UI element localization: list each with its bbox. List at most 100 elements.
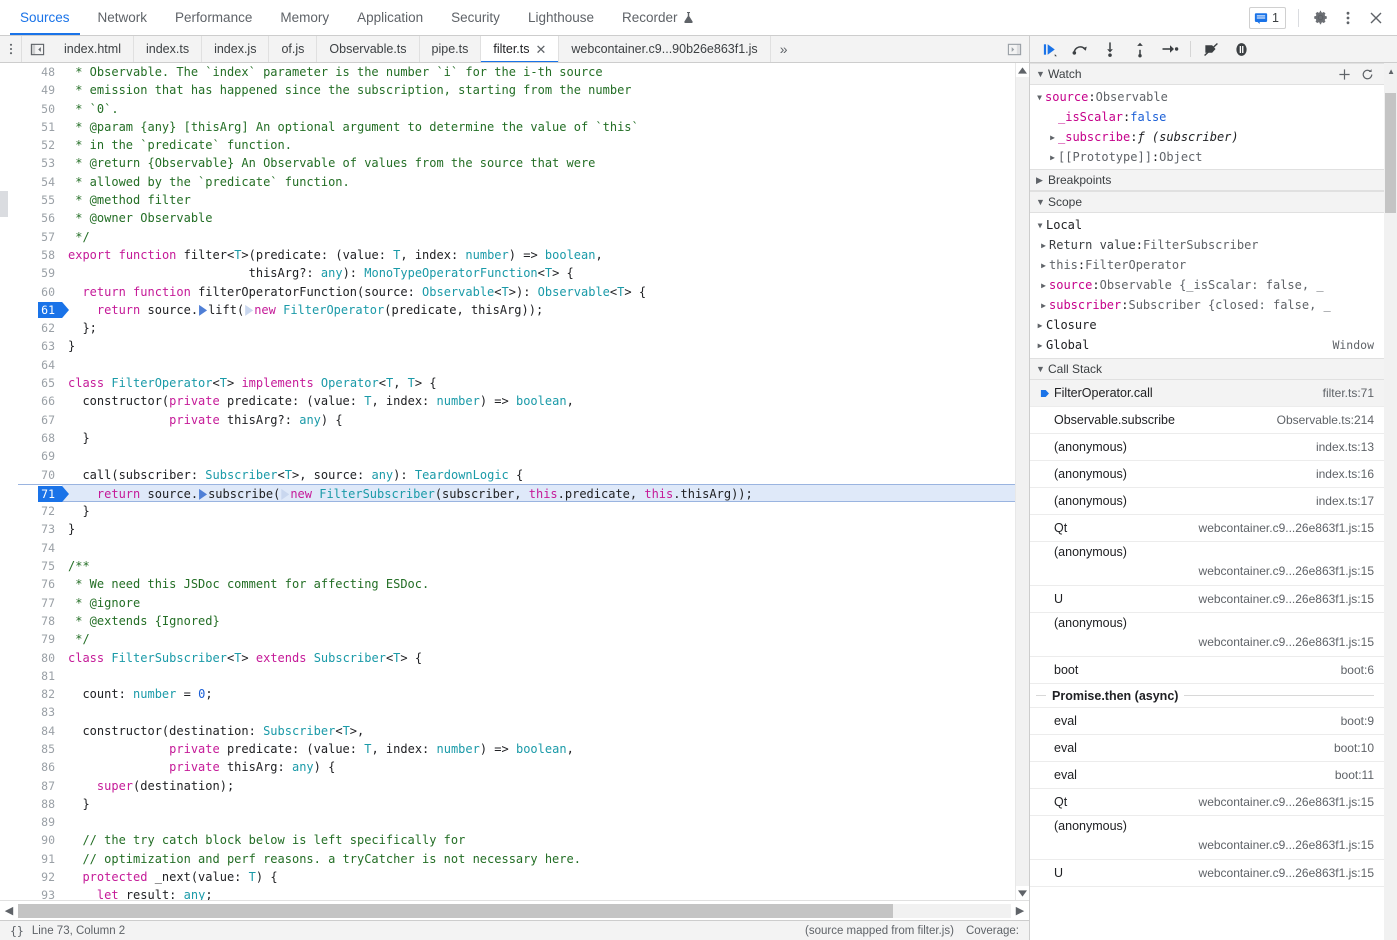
close-icon[interactable] xyxy=(1363,5,1389,31)
tab-sources[interactable]: Sources xyxy=(6,0,84,35)
tab-application[interactable]: Application xyxy=(343,0,437,35)
code-line[interactable]: 50 * `0`. xyxy=(18,99,1029,118)
editor-horizontal-scrollbar[interactable]: ◀ ▶ xyxy=(0,900,1029,920)
line-number[interactable]: 54 xyxy=(18,172,62,192)
twisty-icon[interactable]: ▶ xyxy=(1047,153,1058,162)
line-number[interactable]: 74 xyxy=(18,538,62,558)
twisty-icon[interactable]: ▶ xyxy=(1038,241,1049,250)
gear-icon[interactable] xyxy=(1307,5,1333,31)
line-number[interactable]: 77 xyxy=(18,593,62,612)
line-number[interactable]: 86 xyxy=(18,758,62,777)
scope-property[interactable]: ▶ Return value: FilterSubscriber xyxy=(1032,235,1384,255)
call-stack-frame[interactable]: (anonymous) webcontainer.c9...26e863f1.js… xyxy=(1030,542,1384,586)
call-stack-frame[interactable]: (anonymous) index.ts:13 xyxy=(1030,434,1384,461)
code-line[interactable]: 90 // the try catch block below is left … xyxy=(18,831,1029,850)
code-text[interactable]: } xyxy=(62,502,89,520)
code-text[interactable]: // the try catch block below is left spe… xyxy=(62,831,465,849)
sidebar-scroll-thumb[interactable] xyxy=(1385,93,1396,213)
line-number[interactable]: 62 xyxy=(18,319,62,338)
code-text[interactable]: constructor(private predicate: (value: T… xyxy=(62,392,573,410)
step-over-next-function-call-icon[interactable] xyxy=(1066,37,1094,61)
code-text[interactable]: return source. subscribe(new FilterSubscr… xyxy=(62,485,753,503)
sources-more-options-button[interactable] xyxy=(0,36,22,62)
code-text[interactable]: * @param {any} [thisArg] An optional arg… xyxy=(62,118,639,136)
line-number[interactable]: 69 xyxy=(18,447,62,466)
code-text[interactable]: private thisArg: any) { xyxy=(62,758,335,776)
code-line[interactable]: 76 * We need this JSDoc comment for affe… xyxy=(18,575,1029,594)
deactivate-breakpoints-icon[interactable] xyxy=(1197,37,1225,61)
code-text[interactable]: private predicate: (value: T, index: num… xyxy=(62,740,574,758)
code-line[interactable]: 53 * @return {Observable} An Observable … xyxy=(18,154,1029,173)
call-stack-frame[interactable]: eval boot:10 xyxy=(1030,735,1384,762)
line-number[interactable]: 88 xyxy=(18,794,62,814)
inline-step-arrow-icon[interactable] xyxy=(245,304,254,316)
code-line[interactable]: 78 * @extends {Ignored} xyxy=(18,611,1029,631)
file-tab-index-js[interactable]: index.js xyxy=(202,36,270,62)
show-navigator-icon[interactable] xyxy=(22,36,52,62)
line-number[interactable]: 61 xyxy=(18,300,62,320)
code-text[interactable]: super(destination); xyxy=(62,777,234,795)
code-line[interactable]: 93 let result: any; xyxy=(18,886,1029,900)
line-number[interactable]: 85 xyxy=(18,739,62,759)
file-tab-index-html[interactable]: index.html xyxy=(52,36,134,62)
line-number[interactable]: 48 xyxy=(18,63,62,82)
call-stack-frame[interactable]: boot boot:6 xyxy=(1030,657,1384,684)
file-tab-pipe-ts[interactable]: pipe.ts xyxy=(420,36,482,62)
line-number[interactable]: 58 xyxy=(18,245,62,265)
code-text[interactable]: let result: any; xyxy=(62,886,213,900)
code-line[interactable]: 88 } xyxy=(18,794,1029,814)
sidebar-scrollbar[interactable]: ▲ xyxy=(1384,63,1397,940)
code-text[interactable]: * emission that has happened since the s… xyxy=(62,81,631,99)
watch-entry[interactable]: ▼ source: Observable xyxy=(1034,87,1384,107)
line-number[interactable]: 79 xyxy=(18,630,62,649)
code-line[interactable]: 87 super(destination); xyxy=(18,776,1029,795)
code-text[interactable]: /** xyxy=(62,557,90,575)
source-map-note[interactable]: (source mapped from filter.js) xyxy=(805,925,954,937)
file-tab-of-js[interactable]: of.js xyxy=(269,36,318,62)
refresh-icon[interactable] xyxy=(1361,68,1374,81)
inline-step-arrow-icon[interactable] xyxy=(199,304,208,316)
code-line[interactable]: 54 * allowed by the `predicate` function… xyxy=(18,172,1029,192)
line-number[interactable]: 81 xyxy=(18,666,62,686)
code-text[interactable]: } xyxy=(62,520,75,538)
line-number[interactable]: 64 xyxy=(18,355,62,375)
code-line[interactable]: 57 */ xyxy=(18,227,1029,246)
code-text[interactable]: return source. lift(new FilterOperator(pr… xyxy=(62,301,543,319)
line-number[interactable]: 82 xyxy=(18,685,62,704)
code-line[interactable]: 49 * emission that has happened since th… xyxy=(18,81,1029,100)
tab-security[interactable]: Security xyxy=(437,0,514,35)
code-line[interactable]: 77 * @ignore xyxy=(18,593,1029,612)
line-number[interactable]: 91 xyxy=(18,849,62,869)
code-text[interactable]: * allowed by the `predicate` function. xyxy=(62,173,350,191)
code-text[interactable]: */ xyxy=(62,630,89,648)
code-line[interactable]: 74 xyxy=(18,538,1029,558)
line-number[interactable]: 49 xyxy=(18,81,62,100)
section-header-call-stack[interactable]: ▼ Call Stack xyxy=(1030,358,1384,380)
code-line[interactable]: 60 return function filterOperatorFunctio… xyxy=(18,282,1029,301)
code-line[interactable]: 73} xyxy=(18,520,1029,539)
scroll-up-arrow-icon[interactable] xyxy=(1016,63,1029,77)
code-line[interactable]: 58 export function filter<T>(predicate: (… xyxy=(18,245,1029,265)
line-number[interactable]: 63 xyxy=(18,337,62,356)
line-number[interactable]: 84 xyxy=(18,721,62,740)
twisty-icon[interactable]: ▼ xyxy=(1034,221,1046,230)
code-line[interactable]: 71 return source. subscribe(new FilterSub… xyxy=(18,483,1029,504)
code-text[interactable]: count: number = 0; xyxy=(62,685,212,703)
plus-icon[interactable] xyxy=(1338,68,1351,81)
inline-step-arrow-icon[interactable] xyxy=(199,488,208,500)
code-text[interactable]: */ xyxy=(62,228,89,246)
code-text[interactable]: * Observable. The `index` parameter is t… xyxy=(62,63,602,81)
pretty-print-icon[interactable]: {} xyxy=(10,924,24,938)
call-stack-frame[interactable]: eval boot:11 xyxy=(1030,762,1384,789)
scroll-up-arrow-icon[interactable]: ▲ xyxy=(1387,67,1395,76)
scroll-left-arrow-icon[interactable]: ◀ xyxy=(0,904,18,917)
watch-entry[interactable]: ▶ _subscribe: ƒ (subscriber) xyxy=(1034,127,1384,147)
kebab-menu-icon[interactable] xyxy=(1335,5,1361,31)
code-text[interactable]: * `0`. xyxy=(62,100,118,118)
call-stack-frame[interactable]: FilterOperator.call filter.ts:71 xyxy=(1030,380,1384,407)
line-number[interactable]: 80 xyxy=(18,648,62,667)
code-text[interactable]: constructor(destination: Subscriber<T>, xyxy=(62,722,364,740)
line-number[interactable]: 67 xyxy=(18,410,62,429)
code-line[interactable]: 52 * in the `predicate` function. xyxy=(18,136,1029,155)
code-line[interactable]: 79 */ xyxy=(18,630,1029,649)
